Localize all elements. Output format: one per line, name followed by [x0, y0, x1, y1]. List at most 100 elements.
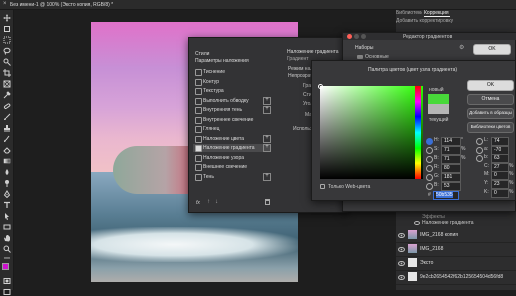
style-item[interactable]: Контур	[193, 78, 271, 86]
style-checkbox[interactable]	[195, 164, 202, 171]
channel-radio[interactable]	[426, 183, 433, 190]
style-item[interactable]: Тиснение	[193, 68, 271, 76]
cancel-button[interactable]: Отмена	[467, 94, 514, 105]
channel-radio[interactable]	[476, 190, 483, 197]
visibility-eye-icon[interactable]	[398, 233, 405, 238]
style-checkbox[interactable]	[195, 173, 202, 181]
eraser-tool-icon[interactable]	[3, 146, 11, 154]
add-style-icon[interactable]: +	[263, 172, 271, 181]
move-tool-icon[interactable]	[3, 14, 11, 22]
add-to-swatches-button[interactable]: Добавить в образцы	[467, 108, 514, 119]
style-item[interactable]: Наложение градиента +	[193, 144, 271, 152]
frame-tool-icon[interactable]	[3, 80, 11, 88]
more-tools-icon[interactable]	[3, 254, 11, 262]
close-tab-icon[interactable]: ×	[3, 1, 8, 7]
marquee-tool-icon[interactable]	[3, 36, 11, 44]
channel-input[interactable]: 80	[441, 164, 461, 173]
layer-name[interactable]: 9e2cb2654542f62b125654504d56fd8	[420, 274, 512, 280]
color-field[interactable]	[318, 84, 423, 179]
style-checkbox[interactable]	[195, 135, 202, 143]
style-checkbox[interactable]	[195, 126, 202, 133]
channel-radio[interactable]	[476, 164, 483, 171]
channel-radio[interactable]	[426, 147, 433, 154]
channel-input[interactable]: 71	[441, 155, 461, 164]
quick-mask-icon[interactable]	[3, 277, 11, 285]
channel-input[interactable]: 0	[491, 188, 509, 198]
crop-tool-icon[interactable]	[3, 69, 11, 77]
add-style-icon[interactable]: +	[263, 106, 271, 114]
channel-input[interactable]: 53	[441, 182, 461, 191]
web-colors-checkbox[interactable]	[320, 184, 325, 189]
style-checkbox[interactable]	[195, 97, 202, 105]
layer-name[interactable]: IMG_2168 копия	[420, 232, 510, 238]
gradient-tool-icon[interactable]	[3, 157, 11, 165]
style-checkbox[interactable]	[195, 107, 202, 114]
tab-libraries[interactable]: Библиотеки	[396, 10, 422, 16]
channel-radio[interactable]	[476, 146, 483, 154]
style-checkbox[interactable]	[195, 78, 202, 86]
channel-radio[interactable]	[476, 155, 483, 163]
minimize-dot-icon[interactable]	[354, 34, 359, 39]
style-item[interactable]: Текстура	[193, 87, 271, 95]
foreground-color-swatch[interactable]	[2, 263, 9, 270]
channel-radio[interactable]	[426, 156, 433, 163]
hex-input[interactable]: 50b535	[433, 191, 459, 200]
style-checkbox[interactable]	[195, 116, 202, 124]
style-item[interactable]: Внутреннее свечение	[193, 116, 271, 124]
type-tool-icon[interactable]	[3, 201, 11, 209]
style-checkbox[interactable]	[195, 154, 202, 162]
move-up-icon[interactable]: ↑	[207, 199, 210, 205]
layer-row[interactable]: IMG_2168 копия	[396, 228, 516, 243]
history-brush-tool-icon[interactable]	[3, 135, 11, 143]
visibility-eye-icon[interactable]	[398, 247, 405, 252]
presets-settings-icon[interactable]: ⚙	[459, 44, 464, 51]
channel-radio[interactable]	[426, 174, 433, 181]
channel-radio[interactable]	[426, 165, 433, 172]
channel-input[interactable]: 181	[441, 173, 461, 182]
quick-selection-tool-icon[interactable]	[3, 58, 11, 66]
visibility-eye-icon[interactable]	[398, 275, 405, 280]
layer-name[interactable]: Эксто	[420, 260, 510, 266]
visibility-eye-icon[interactable]	[398, 261, 405, 266]
channel-input[interactable]: 71	[441, 146, 461, 155]
color-libraries-button[interactable]: Библиотеки цветов	[467, 122, 514, 133]
channel-input[interactable]: 114	[441, 137, 461, 146]
style-checkbox[interactable]	[195, 69, 202, 76]
zoom-tool-icon[interactable]	[3, 245, 11, 253]
lasso-tool-icon[interactable]	[3, 47, 11, 55]
clone-stamp-tool-icon[interactable]	[3, 124, 11, 132]
effects-eye-icon[interactable]	[414, 221, 420, 225]
screen-mode-icon[interactable]	[3, 288, 11, 296]
pen-tool-icon[interactable]	[3, 190, 11, 198]
hand-tool-icon[interactable]	[3, 234, 11, 242]
style-item[interactable]: Наложение цвета +	[193, 134, 271, 143]
ok-button[interactable]: OK	[467, 80, 514, 91]
eyedropper-tool-icon[interactable]	[3, 91, 11, 99]
trash-icon[interactable]	[265, 199, 270, 205]
style-item[interactable]: Внутренняя тень +	[193, 106, 271, 114]
dodge-tool-icon[interactable]	[3, 179, 11, 187]
blend-options-item[interactable]: Параметры наложения	[195, 58, 249, 64]
channel-radio[interactable]	[426, 138, 433, 145]
path-selection-tool-icon[interactable]	[3, 212, 11, 220]
brush-tool-icon[interactable]	[3, 113, 11, 121]
channel-radio[interactable]	[476, 138, 483, 145]
artboard-tool-icon[interactable]	[3, 25, 11, 33]
rectangle-tool-icon[interactable]	[3, 223, 11, 231]
layer-row[interactable]: 9e2cb2654542f62b125654504d56fd8	[396, 270, 516, 285]
layer-name[interactable]: IMG_2168	[420, 246, 510, 252]
layer-row[interactable]: Эксто	[396, 256, 516, 271]
style-item[interactable]: Наложение узора	[193, 154, 271, 162]
add-style-icon[interactable]: +	[263, 134, 271, 143]
style-checkbox[interactable]	[195, 88, 202, 95]
style-item[interactable]: Внешнее свечение	[193, 163, 271, 171]
hue-slider[interactable]	[415, 86, 421, 179]
add-style-icon[interactable]: +	[263, 144, 271, 152]
layer-row[interactable]: IMG_2168	[396, 242, 516, 257]
effect-gradient-overlay[interactable]: Наложение градиента	[422, 220, 492, 226]
add-style-icon[interactable]: +	[263, 96, 271, 105]
tab-adjustments[interactable]: Коррекция	[424, 10, 450, 17]
style-item[interactable]: Глянец	[193, 125, 271, 133]
document-tab-title[interactable]: Без имени-1 @ 100% (Эксто копия, RGB/8) …	[10, 2, 170, 8]
style-item[interactable]: Тень +	[193, 172, 271, 181]
